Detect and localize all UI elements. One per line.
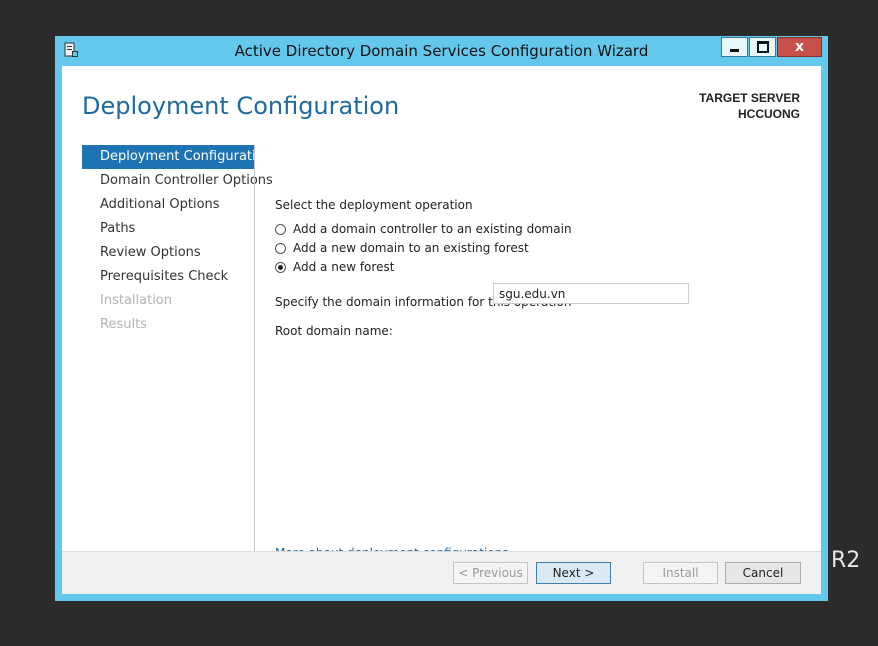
nav-item-domain-controller-options[interactable]: Domain Controller Options bbox=[82, 169, 273, 193]
maximize-button[interactable] bbox=[749, 37, 776, 57]
desktop-background-text: R2 bbox=[831, 548, 861, 573]
root-domain-label: Root domain name: bbox=[275, 324, 393, 338]
wizard-nav: Deployment Configuration Domain Controll… bbox=[82, 145, 273, 337]
radio-button[interactable] bbox=[275, 223, 286, 235]
radio-option-existing-domain[interactable]: Add a domain controller to an existing d… bbox=[275, 220, 572, 238]
target-server: TARGET SERVER HCCUONG bbox=[699, 90, 800, 122]
radio-option-existing-forest[interactable]: Add a new domain to an existing forest bbox=[275, 239, 529, 257]
operation-heading: Select the deployment operation bbox=[275, 198, 473, 212]
radio-label: Add a new forest bbox=[293, 260, 395, 274]
wizard-window: Active Directory Domain Services Configu… bbox=[55, 36, 828, 601]
next-button[interactable]: Next > bbox=[536, 562, 611, 584]
target-server-name: HCCUONG bbox=[738, 107, 800, 121]
close-button[interactable]: x bbox=[777, 37, 822, 57]
nav-item-review-options[interactable]: Review Options bbox=[82, 241, 254, 265]
install-button[interactable]: Install bbox=[643, 562, 718, 584]
target-server-label: TARGET SERVER bbox=[699, 91, 800, 105]
minimize-icon bbox=[730, 49, 739, 52]
nav-item-installation: Installation bbox=[100, 293, 173, 308]
title-bar[interactable]: Active Directory Domain Services Configu… bbox=[55, 36, 828, 66]
nav-item-prerequisites-check[interactable]: Prerequisites Check bbox=[82, 265, 254, 289]
close-icon: x bbox=[794, 39, 805, 55]
nav-item-deployment-configuration[interactable]: Deployment Configuration bbox=[82, 145, 272, 169]
wizard-client-area: Deployment Configuration TARGET SERVER H… bbox=[62, 66, 821, 594]
previous-button[interactable]: < Previous bbox=[453, 562, 528, 584]
radio-label: Add a new domain to an existing forest bbox=[293, 241, 529, 255]
root-domain-input[interactable] bbox=[493, 283, 689, 304]
radio-label: Add a domain controller to an existing d… bbox=[293, 222, 572, 236]
minimize-button[interactable] bbox=[721, 37, 748, 57]
nav-item-results: Results bbox=[100, 317, 147, 332]
cancel-button[interactable]: Cancel bbox=[725, 562, 801, 584]
page-title: Deployment Configuration bbox=[82, 92, 400, 120]
window-title: Active Directory Domain Services Configu… bbox=[234, 42, 649, 60]
wizard-footer: < Previous Next > Install Cancel bbox=[62, 551, 821, 594]
maximize-icon bbox=[756, 41, 769, 53]
radio-button-selected[interactable] bbox=[275, 261, 286, 273]
radio-option-new-forest[interactable]: Add a new forest bbox=[275, 258, 394, 276]
radio-button[interactable] bbox=[275, 242, 286, 254]
nav-item-additional-options[interactable]: Additional Options bbox=[82, 193, 254, 217]
nav-separator bbox=[254, 145, 255, 561]
nav-item-paths[interactable]: Paths bbox=[82, 217, 254, 241]
